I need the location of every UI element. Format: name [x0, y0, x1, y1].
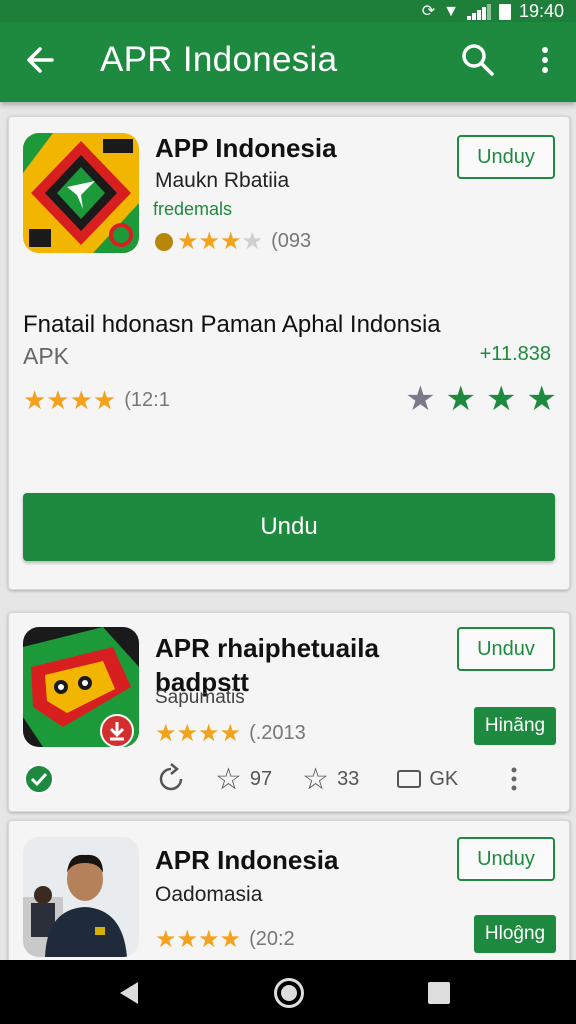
star-count-1: 97 [249, 767, 273, 790]
navigation-bar [0, 960, 576, 1024]
star-icon[interactable]: ★ [527, 379, 557, 419]
featured-app-subtitle: Maukn Rbatiia [155, 169, 290, 192]
search-icon[interactable] [458, 40, 498, 80]
action-row: ☆ 97 ☆ 33 GK [21, 759, 561, 799]
award-badge-icon [155, 232, 173, 251]
star-icon[interactable]: ★ [446, 379, 476, 419]
app-card[interactable]: APR rhaiphetuaila badpstt Sapumatis ★★★★… [8, 612, 570, 812]
app-size: GK [429, 767, 459, 790]
star-icon: ★★★★ [23, 385, 117, 415]
app-subtitle: Sapumatis [155, 687, 245, 708]
status-icons: ⟳ ▼ 19:40 [422, 1, 564, 22]
refresh-icon[interactable] [155, 763, 187, 795]
featured-rating-2: ★★★★ (12:1 [23, 385, 170, 416]
star-icon: ★★★ [177, 228, 242, 255]
featured-app-developer[interactable]: fredemals [153, 199, 232, 220]
app-subtitle: Oadomasia [155, 883, 263, 906]
sync-icon: ⟳ [421, 2, 436, 20]
featured-description: Fnatail hdonasn Paman Aphal Indonsia [23, 311, 441, 338]
rating-action[interactable]: ☆ 97 [215, 762, 272, 797]
install-button[interactable]: Unduy [457, 135, 555, 179]
status-bar: ⟳ ▼ 19:40 [0, 0, 576, 22]
back-arrow-icon[interactable] [22, 40, 62, 80]
secondary-button[interactable]: Hinãng [474, 707, 556, 745]
nav-back-icon[interactable] [118, 980, 140, 1006]
app-title[interactable]: APR rhaiphetuaila [155, 633, 379, 664]
nav-recents-icon[interactable] [428, 982, 450, 1004]
signal-icon [466, 3, 491, 20]
nav-home-icon[interactable] [274, 978, 304, 1008]
download-button[interactable]: Undu [23, 493, 555, 561]
rate-stars[interactable]: ★ ★ ★ ★ [405, 379, 557, 419]
secondary-button[interactable]: Hloĝng [474, 915, 556, 953]
app-toolbar: APR Indonesia [0, 22, 576, 102]
featured-type: APK [23, 343, 70, 369]
rating-count: (20:2 [249, 928, 295, 950]
check-circle-icon [24, 764, 54, 794]
star-icon[interactable]: ★ [486, 379, 516, 419]
rating-count: (.2013 [249, 722, 306, 744]
favorite-action[interactable]: ☆ 33 [302, 762, 359, 797]
star-icon[interactable]: ★ [405, 379, 435, 419]
featured-app-icon [23, 133, 139, 253]
featured-rating: ★★★ ★ (093 [155, 227, 311, 256]
featured-price: +11.838 [479, 343, 551, 365]
app-card[interactable]: APR Indonesia Oadomasia ★★★★ (20:2 Unduy… [8, 820, 570, 980]
rating-count: (093 [271, 230, 312, 252]
app-icon [23, 837, 139, 957]
featured-app-card[interactable]: APP Indonesia Maukn Rbatiia fredemals ★★… [8, 116, 570, 590]
app-rating: ★★★★ (20:2 [155, 925, 295, 954]
featured-app-title[interactable]: APP Indonesia [155, 133, 337, 164]
app-rating: ★★★★ (.2013 [155, 719, 306, 748]
more-vert-icon[interactable] [530, 40, 560, 80]
star-count-2: 33 [337, 767, 360, 790]
star-outline-icon: ☆ [302, 762, 330, 796]
status-time: 19:40 [518, 1, 564, 21]
rating-count-2: (12:1 [124, 389, 170, 411]
star-icon: ★★★★ [155, 926, 242, 953]
storage-icon [397, 770, 422, 788]
star-empty-icon: ★ [241, 228, 264, 255]
battery-icon [498, 3, 511, 20]
star-outline-icon: ☆ [215, 762, 242, 796]
wifi-icon: ▼ [443, 2, 459, 20]
toolbar-title: APR Indonesia [100, 40, 338, 79]
size-action: GK [397, 768, 458, 791]
star-icon: ★★★★ [155, 720, 242, 747]
more-vert-icon[interactable] [508, 765, 520, 793]
install-button[interactable]: Unduv [457, 627, 555, 671]
app-icon [23, 627, 139, 747]
app-title[interactable]: APR Indonesia [155, 845, 338, 876]
install-button[interactable]: Unduy [457, 837, 555, 881]
